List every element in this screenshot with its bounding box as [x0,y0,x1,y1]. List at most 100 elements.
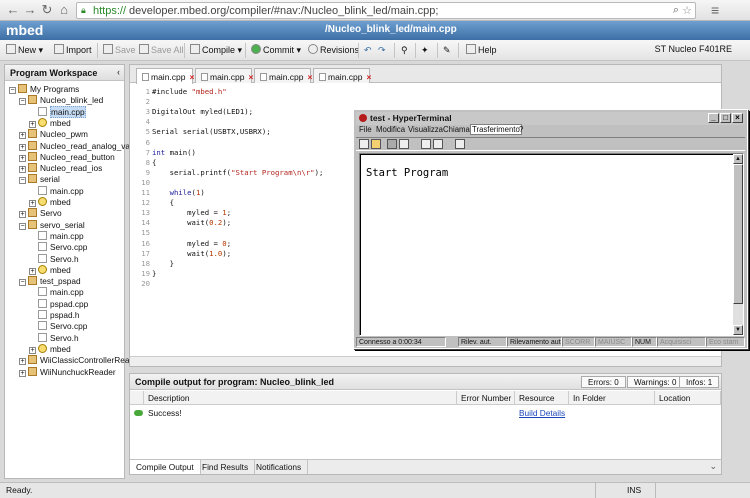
maximize-button[interactable]: □ [720,113,731,123]
scroll-down-icon[interactable]: ▼ [733,325,743,335]
close-tab-icon[interactable]: × [308,72,313,82]
code-area[interactable]: #include "mbed.h" DigitalOut myled(LED1);… [152,84,377,354]
errors-badge[interactable]: Errors: 0 [581,376,626,388]
build-details-link[interactable]: Build Details [515,406,575,419]
properties-icon[interactable] [455,139,465,149]
back-icon[interactable]: ← [6,3,20,17]
tree-item[interactable]: Servo.h [29,332,79,344]
tree-item[interactable]: − servo_serial [19,219,85,231]
expand-toggle-icon[interactable]: + [19,143,26,151]
browser-menu-icon[interactable]: ≡ [711,2,719,18]
tree-item[interactable]: + WiiNunchuckReader [19,366,116,378]
tree-item[interactable]: Servo.h [29,253,79,265]
tree-item[interactable]: + mbed [29,264,71,276]
menu-chiama[interactable]: Chiama [443,125,470,134]
zoom-icon[interactable]: ⌕ [673,4,679,17]
tree-item[interactable]: − test_pspad [19,276,81,287]
column-header-location[interactable]: Location [655,391,721,405]
expand-toggle-icon[interactable]: + [19,154,26,162]
tree-item[interactable]: main.cpp [29,185,84,197]
collapse-panel-icon[interactable]: ‹ [117,67,120,77]
expand-toggle-icon[interactable]: − [19,177,26,185]
find-icon[interactable]: ⚲ [401,44,408,58]
expand-toggle-icon[interactable]: − [19,222,26,230]
close-tab-icon[interactable]: × [190,72,195,82]
close-button[interactable]: × [732,113,743,123]
chevron-down-icon[interactable]: ⌄ [709,461,717,472]
tree-item[interactable]: main.cpp [29,287,84,298]
scroll-up-icon[interactable]: ▲ [733,154,743,164]
reload-icon[interactable]: ↻ [40,3,54,17]
tree-item[interactable]: − serial [19,174,60,185]
tree-item[interactable]: pspad.h [29,310,80,321]
tree-item[interactable]: + WiiClassicControllerRead [19,355,134,366]
revisions-button[interactable]: Revisions [308,44,359,58]
menu-help[interactable]: ? [519,125,523,134]
address-bar[interactable]: 🔒︎ https:// developer.mbed.org/compiler/… [76,2,696,19]
expand-toggle-icon[interactable]: + [29,346,36,354]
tree-item[interactable]: − Nucleo_blink_led [19,95,103,106]
tree-item[interactable]: main.cpp [29,105,86,118]
menu-visualizza[interactable]: Visualizza [408,125,443,134]
infos-badge[interactable]: Infos: 1 [679,376,720,388]
forward-icon[interactable]: → [23,3,37,17]
terminal-vertical-scrollbar[interactable]: ▲ ▼ [733,154,743,335]
build-details-link-text[interactable]: Build Details [519,408,565,418]
new-button[interactable]: New ▾ [6,44,43,58]
send-icon[interactable] [421,139,431,149]
expand-toggle-icon[interactable]: + [29,120,36,128]
column-header-description[interactable]: Description [144,391,457,405]
column-header-in-folder[interactable]: In Folder [569,391,655,405]
expand-toggle-icon[interactable]: − [9,87,16,94]
tab-find-results[interactable]: Find Results [196,460,256,474]
undo-icon[interactable]: ↶ [364,44,372,58]
new-connection-icon[interactable] [359,139,369,149]
tree-item[interactable]: Servo.cpp [29,242,87,253]
tab-compile-output[interactable]: Compile Output [130,460,201,474]
expand-toggle-icon[interactable]: + [19,369,26,377]
minimize-button[interactable]: _ [708,113,719,123]
editor-tab[interactable]: main.cpp × [136,68,195,84]
tree-item[interactable]: + mbed [29,117,71,129]
expand-toggle-icon[interactable]: + [19,211,26,219]
editor-tab[interactable]: main.cpp × [195,68,253,83]
save-all-button[interactable]: Save All [139,44,184,58]
commit-button[interactable]: Commit ▾ [251,44,301,58]
redo-icon[interactable]: ↷ [378,44,386,58]
tree-item[interactable]: main.cpp [29,230,84,242]
tree-item[interactable]: + Nucleo_read_analog_va [19,140,130,152]
expand-toggle-icon[interactable]: + [29,200,36,207]
expand-toggle-icon[interactable]: + [19,358,26,366]
tools-icon[interactable]: ✎ [443,44,451,58]
editor-tab[interactable]: main.cpp × [313,68,372,83]
tree-item[interactable]: + Nucleo_read_button [19,151,115,163]
column-header-resource[interactable]: Resource [515,391,569,405]
bookmark-star-icon[interactable]: ☆ [682,4,692,17]
terminal-screen[interactable]: Start Program ▲ ▼ [359,153,744,336]
expand-toggle-icon[interactable]: − [19,279,26,287]
close-tab-icon[interactable]: × [367,72,372,82]
import-button[interactable]: Import [54,44,92,58]
expand-toggle-icon[interactable]: + [19,132,26,140]
tree-item[interactable]: − My Programs [9,84,79,95]
menu-file[interactable]: File [359,125,372,134]
connect-icon[interactable] [387,139,397,149]
help-button[interactable]: Help [466,44,497,58]
column-header-error-number[interactable]: Error Number [457,391,515,405]
tree-item[interactable]: + mbed [29,343,71,355]
horizontal-scrollbar[interactable] [130,356,721,366]
hyperterminal-title-bar[interactable]: test - HyperTerminal _ □ × [356,112,745,125]
tree-item[interactable]: + mbed [29,197,71,208]
platform-selector[interactable]: ST Nucleo F401RE [655,44,732,54]
receive-icon[interactable] [433,139,443,149]
expand-toggle-icon[interactable]: − [19,98,26,106]
open-icon[interactable] [371,139,381,149]
warnings-badge[interactable]: Warnings: 0 [627,376,684,388]
tree-item[interactable]: + Nucleo_pwm [19,129,88,140]
compile-button[interactable]: Compile ▾ [190,44,242,58]
menu-modifica[interactable]: Modifica [376,125,405,134]
tab-notifications[interactable]: Notifications [250,460,309,474]
menu-trasferimento[interactable]: Trasferimento [470,124,522,135]
editor-tab[interactable]: main.cpp × [254,68,313,83]
expand-toggle-icon[interactable]: + [29,267,36,275]
